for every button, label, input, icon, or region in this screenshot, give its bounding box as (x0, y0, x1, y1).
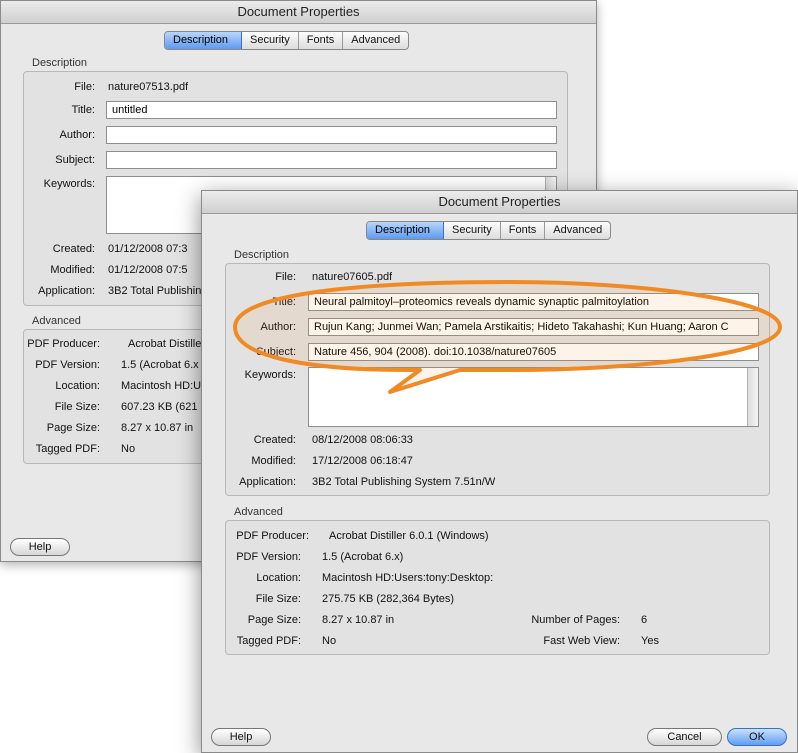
file-size-label: File Size: (255, 593, 301, 605)
modified-label: Modified: (251, 455, 296, 467)
author-field[interactable]: Rujun Kang; Junmei Wan; Pamela Arstikait… (308, 318, 759, 336)
tab-bar: Description Security Fonts Advanced (366, 221, 612, 240)
subject-field[interactable] (106, 151, 557, 169)
page-size-label: Page Size: (46, 422, 100, 434)
help-button[interactable]: Help (10, 538, 70, 556)
author-label: Author: (59, 129, 95, 141)
tab-description[interactable]: Description (165, 32, 242, 49)
author-field[interactable] (106, 126, 557, 144)
tab-advanced[interactable]: Advanced (545, 222, 610, 239)
modified-value: 01/12/2008 07:5 (108, 264, 188, 276)
tagged-pdf-value: No (322, 635, 337, 647)
created-label: Created: (253, 434, 296, 446)
file-value: nature07605.pdf (312, 271, 393, 283)
tagged-pdf-label: Tagged PDF: (236, 635, 301, 647)
file-value: nature07513.pdf (108, 81, 189, 93)
tab-description[interactable]: Description (367, 222, 444, 239)
title-field[interactable]: Neural palmitoyl–proteomics reveals dyna… (308, 293, 759, 311)
page-size-value: 8.27 x 10.87 in (121, 422, 194, 434)
pdf-version-value: 1.5 (Acrobat 6.x (121, 359, 199, 371)
subject-field[interactable]: Nature 456, 904 (2008). doi:10.1038/natu… (308, 343, 759, 361)
pdf-version-label: PDF Version: (236, 551, 301, 563)
tab-fonts[interactable]: Fonts (501, 222, 546, 239)
fast-web-view-label: Fast Web View: (543, 635, 620, 647)
number-of-pages-value: 6 (641, 614, 648, 626)
tab-security[interactable]: Security (444, 222, 501, 239)
subject-label: Subject: (55, 154, 95, 166)
title-label: Title: (71, 104, 95, 116)
fast-web-view-value: Yes (641, 635, 659, 647)
modified-value: 17/12/2008 06:18:47 (312, 455, 413, 467)
tab-bar: Description Security Fonts Advanced (164, 31, 410, 50)
location-value: Macintosh HD:Users:tony:Desktop: (322, 572, 494, 584)
file-label: File: (74, 81, 95, 93)
ok-button[interactable]: OK (727, 728, 787, 746)
file-label: File: (275, 271, 296, 283)
number-of-pages-label: Number of Pages: (531, 614, 620, 626)
keywords-label: Keywords: (244, 369, 296, 381)
help-button[interactable]: Help (211, 728, 271, 746)
pdf-producer-value: Acrobat Distille (128, 338, 202, 350)
tab-advanced[interactable]: Advanced (343, 32, 408, 49)
title-field[interactable]: untitled (106, 101, 557, 119)
page-size-value: 8.27 x 10.87 in (322, 614, 395, 626)
keywords-label: Keywords: (43, 178, 95, 190)
page-size-label: Page Size: (247, 614, 301, 626)
tab-fonts[interactable]: Fonts (299, 32, 344, 49)
created-value: 08/12/2008 08:06:33 (312, 434, 413, 446)
description-group-label: Description (234, 249, 290, 261)
window-title: Document Properties (1, 1, 596, 24)
application-value: 3B2 Total Publishing System 7.51n/W (312, 476, 496, 488)
tab-security[interactable]: Security (242, 32, 299, 49)
pdf-version-label: PDF Version: (35, 359, 100, 371)
application-label: Application: (239, 476, 296, 488)
location-label: Location: (256, 572, 301, 584)
pdf-producer-label: PDF Producer: (236, 530, 309, 542)
file-size-label: File Size: (54, 401, 100, 413)
description-group-label: Description (32, 57, 88, 69)
keywords-scrollbar[interactable] (747, 368, 758, 426)
application-label: Application: (38, 285, 95, 297)
advanced-group-label: Advanced (234, 506, 283, 518)
application-value: 3B2 Total Publishing (108, 285, 208, 297)
location-value: Macintosh HD:U (121, 380, 202, 392)
tagged-pdf-value: No (121, 443, 136, 455)
document-properties-window-front: Document Properties Description Security… (201, 190, 798, 753)
created-label: Created: (52, 243, 95, 255)
file-size-value: 607.23 KB (621 (121, 401, 198, 413)
pdf-version-value: 1.5 (Acrobat 6.x) (322, 551, 404, 563)
keywords-field[interactable] (308, 367, 759, 427)
window-title: Document Properties (202, 191, 797, 214)
created-value: 01/12/2008 07:3 (108, 243, 188, 255)
tagged-pdf-label: Tagged PDF: (35, 443, 100, 455)
subject-label: Subject: (256, 346, 296, 358)
pdf-producer-value: Acrobat Distiller 6.0.1 (Windows) (329, 530, 489, 542)
location-label: Location: (55, 380, 100, 392)
file-size-value: 275.75 KB (282,364 Bytes) (322, 593, 455, 605)
advanced-group-label: Advanced (32, 315, 81, 327)
author-label: Author: (260, 321, 296, 333)
modified-label: Modified: (50, 264, 95, 276)
title-label: Title: (272, 296, 296, 308)
cancel-button[interactable]: Cancel (647, 728, 722, 746)
pdf-producer-label: PDF Producer: (27, 338, 100, 350)
